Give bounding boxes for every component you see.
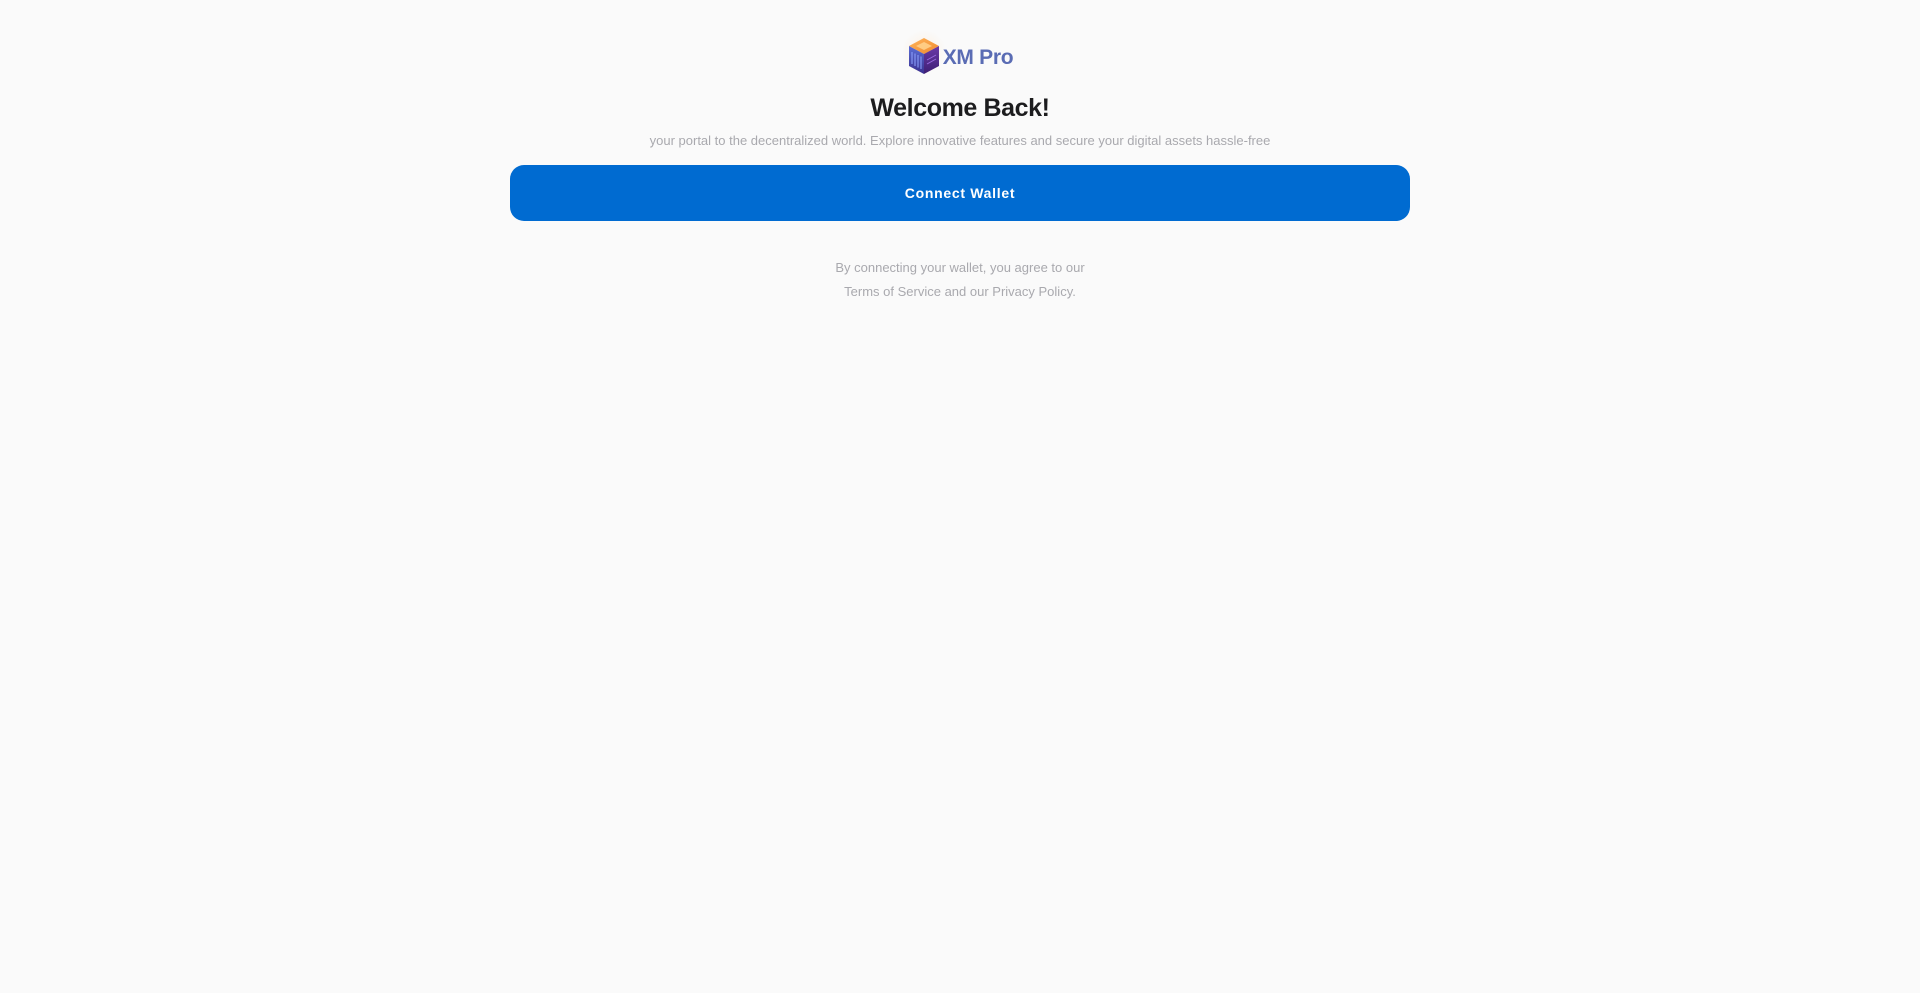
page-title: Welcome Back! xyxy=(870,94,1050,122)
connect-wallet-button[interactable]: Connect Wallet xyxy=(510,165,1410,221)
login-page: XM Pro Welcome Back! your portal to the … xyxy=(0,0,1920,993)
brand-name: XM Pro xyxy=(942,46,1014,69)
agreement-line: By connecting your wallet, you agree to … xyxy=(835,260,1085,275)
agreement-end-punctuation: . xyxy=(1072,284,1076,299)
terms-of-service-link[interactable]: Terms of Service xyxy=(844,284,941,299)
page-subtitle: your portal to the decentralized world. … xyxy=(649,133,1271,148)
agreement-connector-text: and our xyxy=(940,284,993,299)
agreement-links-line: Terms of Service and our Privacy Policy. xyxy=(0,280,1920,304)
hexagon-cube-logo-icon xyxy=(901,30,946,76)
brand-header: XM Pro xyxy=(0,30,1920,76)
agreement-notice: By connecting your wallet, you agree to … xyxy=(0,256,1920,304)
privacy-policy-link[interactable]: Privacy Policy xyxy=(992,284,1072,299)
